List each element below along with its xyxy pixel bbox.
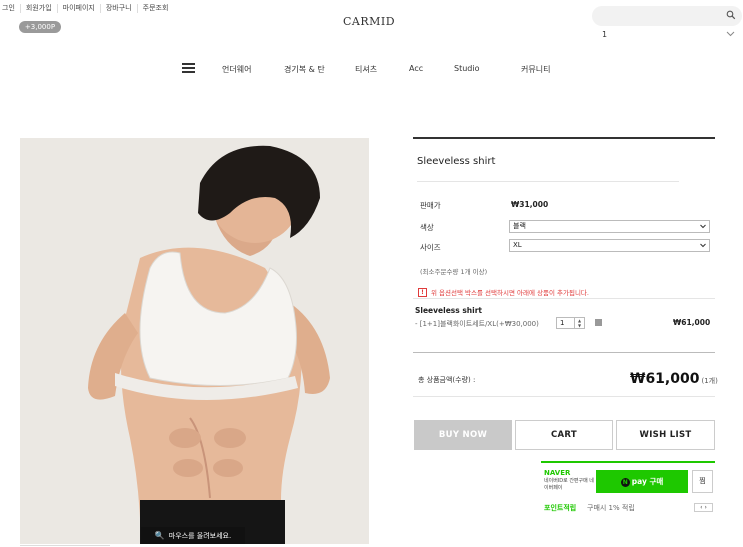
price-label: 판매가 <box>420 201 441 210</box>
signup-link[interactable]: 회원가입 <box>21 4 58 13</box>
nav-competition[interactable]: 경기복 & 탄 <box>284 64 325 75</box>
size-select[interactable]: XL <box>509 239 710 252</box>
quantity-arrows-icon[interactable]: ▲ ▼ <box>574 318 584 328</box>
size-label: 사이즈 <box>420 243 441 252</box>
color-label: 색상 <box>420 223 434 232</box>
naver-pager[interactable]: ‹ › <box>694 503 713 512</box>
nav-studio[interactable]: Studio <box>454 64 479 73</box>
product-price: ₩31,000 <box>511 200 549 209</box>
option-notice: ! 위 옵션선택 박스를 선택하시면 아래에 상품이 추가됩니다. <box>418 287 589 297</box>
nav-acc[interactable]: Acc <box>409 64 423 73</box>
total-label: 총 상품금액(수량) : <box>418 376 476 384</box>
total-price: ₩61,000 (1개) <box>630 371 718 387</box>
brand-logo[interactable]: CARMID <box>343 15 395 28</box>
chevron-down-icon[interactable] <box>726 31 735 37</box>
quantity-value: 1 <box>560 319 565 327</box>
chevron-down-icon <box>700 243 706 248</box>
selected-item-option: - [1+1]블랙화이트세트/XL(+₩30,000) <box>415 320 539 328</box>
naver-n-icon: N <box>620 478 630 487</box>
nav-community[interactable]: 커뮤니티 <box>521 64 550 75</box>
cart-link[interactable]: 장바구니 <box>101 4 138 13</box>
mypage-link[interactable]: 마이페이지 <box>58 4 101 13</box>
search-icon[interactable] <box>726 10 736 20</box>
divider <box>413 298 715 299</box>
remove-item-button[interactable] <box>595 319 602 326</box>
min-order-note: (최소주문수량 1개 이상) <box>420 268 488 276</box>
selected-item-price: ₩61,000 <box>673 318 711 327</box>
product-name: Sleeveless shirt <box>417 156 496 167</box>
chevron-down-icon <box>700 224 706 229</box>
divider <box>413 396 715 397</box>
hamburger-menu-icon[interactable] <box>182 63 195 73</box>
zzim-button[interactable]: 찜 <box>692 470 713 493</box>
selected-item-name: Sleeveless shirt <box>415 306 482 315</box>
quantity-stepper[interactable]: 1 ▲ ▼ <box>556 317 585 329</box>
info-icon: ! <box>418 287 427 297</box>
size-select-value: XL <box>513 241 522 249</box>
naver-logo: NAVER <box>544 469 571 477</box>
cart-count: 1 <box>602 30 608 39</box>
detail-top-border <box>413 137 715 139</box>
signup-point-badge: +3,000P <box>19 21 61 33</box>
login-link[interactable]: 그인 <box>0 4 21 13</box>
top-utility-links: 그인 회원가입 마이페이지 장바구니 주문조회 <box>0 4 173 13</box>
color-select-value: 블랙 <box>513 222 526 230</box>
zoom-hint: 🔍 마우스를 올려보세요. <box>141 527 245 544</box>
model-photo <box>20 138 369 544</box>
nav-tshirts[interactable]: 티셔츠 <box>355 64 377 75</box>
zoom-hint-text: 마우스를 올려보세요. <box>168 532 232 540</box>
naver-point-label: 포인트적립 <box>544 504 577 512</box>
wish-list-button[interactable]: WISH LIST <box>616 420 715 450</box>
magnifier-icon: 🔍 <box>154 531 165 540</box>
naver-point-desc: 구매시 1% 적립 <box>587 504 635 512</box>
buy-now-button[interactable]: BUY NOW <box>414 420 512 450</box>
divider <box>413 352 715 353</box>
color-select[interactable]: 블랙 <box>509 220 710 233</box>
naver-description: 네이버ID로 간편구매 네이버페이 <box>544 478 594 491</box>
order-lookup-link[interactable]: 주문조회 <box>138 4 174 13</box>
add-to-cart-button[interactable]: CART <box>515 420 613 450</box>
total-amount: ₩61,000 <box>630 371 700 387</box>
search-input[interactable] <box>592 6 742 26</box>
total-count: (1개) <box>701 377 718 385</box>
option-notice-text: 위 옵션선택 박스를 선택하시면 아래에 상품이 추가됩니다. <box>431 289 589 297</box>
naver-pay-label: pay 구매 <box>631 477 664 486</box>
product-image[interactable] <box>20 138 369 544</box>
divider <box>417 181 679 182</box>
naver-pay-button[interactable]: Npay 구매 <box>596 470 688 493</box>
nav-underwear[interactable]: 언더웨어 <box>222 64 251 75</box>
